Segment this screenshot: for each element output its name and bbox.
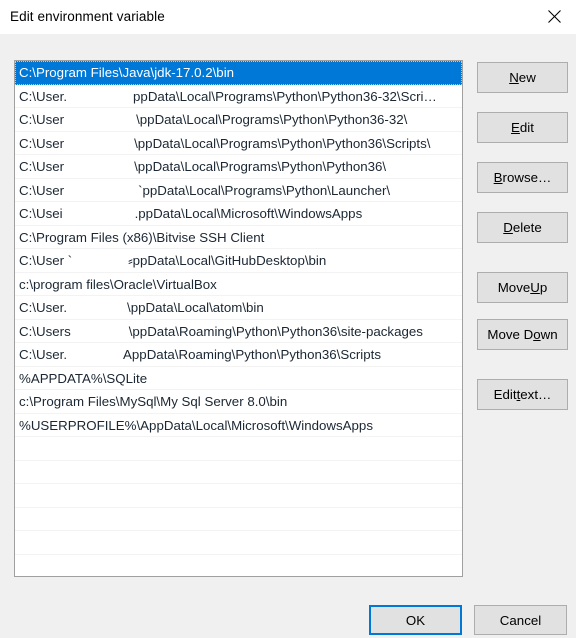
path-text-prefix: c:\program files\Oracle\VirtualBox (19, 276, 217, 292)
path-text-prefix: C:\Usei (19, 206, 63, 221)
list-item-empty[interactable] (15, 531, 462, 555)
path-text-suffix: ppData\Local\Programs\Python\Python36-32… (133, 88, 437, 104)
move-up-button[interactable]: Move Up (477, 272, 568, 303)
path-text-prefix: C:\User ` (19, 253, 73, 268)
path-text-prefix: C:\Users (19, 323, 71, 339)
path-text-suffix: `ppData\Local\Programs\Python\Launcher\ (138, 182, 391, 198)
redacted-username (72, 249, 129, 272)
path-text-prefix: C:\User. (19, 88, 68, 104)
path-text-prefix: C:\User (19, 159, 65, 174)
path-text-prefix: %USERPROFILE%\AppData\Local\Microsoft\Wi… (19, 417, 373, 433)
cancel-button[interactable]: Cancel (474, 605, 567, 635)
list-item[interactable]: c:\Program Files\MySql\My Sql Server 8.0… (15, 390, 462, 414)
path-text-prefix: C:\Program Files (x86)\Bitvise SSH Clien… (19, 229, 265, 245)
list-item[interactable]: C:\User \ppData\Local\Programs\Python\Py… (15, 155, 462, 179)
list-item[interactable]: c:\program files\Oracle\VirtualBox (15, 273, 462, 296)
list-item[interactable]: %APPDATA%\SQLite (15, 367, 462, 390)
browse-button[interactable]: Browse… (477, 162, 568, 193)
delete-button[interactable]: Delete (477, 212, 568, 243)
redacted-username (67, 296, 128, 319)
list-item[interactable]: %USERPROFILE%\AppData\Local\Microsoft\Wi… (15, 414, 462, 437)
list-item-empty[interactable] (15, 555, 462, 577)
path-text-prefix: %APPDATA%\SQLite (19, 370, 148, 386)
list-item[interactable]: C:\User. ppData\Local\Programs\Python\Py… (15, 84, 462, 108)
redacted-username (67, 343, 124, 366)
ok-button[interactable]: OK (369, 605, 462, 635)
redacted-username (70, 319, 129, 343)
list-item[interactable]: C:\User \ppData\Local\Programs\Python\Py… (15, 131, 462, 155)
edit-button[interactable]: Edit (477, 112, 568, 143)
list-item[interactable]: C:\Users \ppData\Roaming\Python\Python36… (15, 319, 462, 343)
list-item[interactable]: C:\Program Files\Java\jdk-17.0.2\bin (15, 61, 462, 85)
list-item-empty[interactable] (15, 461, 462, 484)
redacted-username (64, 178, 139, 202)
path-text-suffix: \ppData\Local\Programs\Python\Python36-3… (136, 112, 408, 127)
list-item[interactable]: C:\User. \ppData\Local\atom\bin (15, 296, 462, 320)
list-item[interactable]: C:\Program Files (x86)\Bitvise SSH Clien… (15, 226, 462, 249)
path-text-suffix: \ppData\Local\Programs\Python\Python36\S… (134, 135, 431, 151)
path-text-prefix: C:\User (19, 182, 65, 198)
list-item[interactable]: C:\User `ppData\Local\Programs\Python\La… (15, 178, 462, 202)
path-text-prefix: C:\Program Files\Java\jdk-17.0.2\bin (19, 65, 235, 80)
edit-text-button[interactable]: Edit t ext… (477, 379, 568, 410)
list-item[interactable]: C:\User ` ⸗ppData\Local\GitHubDesktop\bi… (15, 249, 462, 273)
path-text-prefix: C:\User. (19, 300, 68, 315)
list-item[interactable]: C:\Usei .ppData\Local\Microsoft\WindowsA… (15, 202, 462, 226)
path-text-suffix: \ppData\Local\Programs\Python\Python36\ (134, 159, 387, 174)
path-text-prefix: C:\User. (19, 347, 68, 362)
close-icon[interactable] (532, 0, 576, 32)
list-item-empty[interactable] (15, 484, 462, 508)
list-item[interactable]: C:\User \ppData\Local\Programs\Python\Py… (15, 108, 462, 132)
new-button[interactable]: New (477, 62, 568, 93)
path-entries-list[interactable]: C:\Program Files\Java\jdk-17.0.2\bin C:\U… (14, 60, 463, 577)
redacted-username (64, 155, 135, 178)
path-text-suffix: \ppData\Local\atom\bin (127, 300, 264, 315)
path-text-prefix: c:\Program Files\MySql\My Sql Server 8.0… (19, 394, 288, 409)
redacted-username (64, 108, 137, 131)
redacted-username (64, 131, 135, 155)
list-item-empty[interactable] (15, 508, 462, 531)
path-text-suffix: ⸗ppData\Local\GitHubDesktop\bin (128, 253, 327, 268)
move-down-button[interactable]: Move Do wn (477, 319, 568, 350)
path-text-prefix: C:\User (19, 112, 65, 127)
path-text-suffix: .ppData\Local\Microsoft\WindowsApps (134, 206, 363, 221)
dialog-body: C:\Program Files\Java\jdk-17.0.2\bin C:\U… (0, 34, 576, 638)
list-item-empty[interactable] (15, 437, 462, 461)
path-text-suffix: AppData\Roaming\Python\Python36\Scripts (123, 347, 381, 362)
path-text-prefix: C:\User (19, 135, 65, 151)
redacted-username (62, 202, 135, 225)
list-item[interactable]: C:\User. AppData\Roaming\Python\Python36… (15, 343, 462, 367)
window-title: Edit environment variable (10, 9, 165, 24)
title-bar: Edit environment variable (0, 0, 576, 34)
redacted-username (67, 84, 134, 108)
path-text-suffix: \ppData\Roaming\Python\Python36\site-pac… (128, 323, 423, 339)
